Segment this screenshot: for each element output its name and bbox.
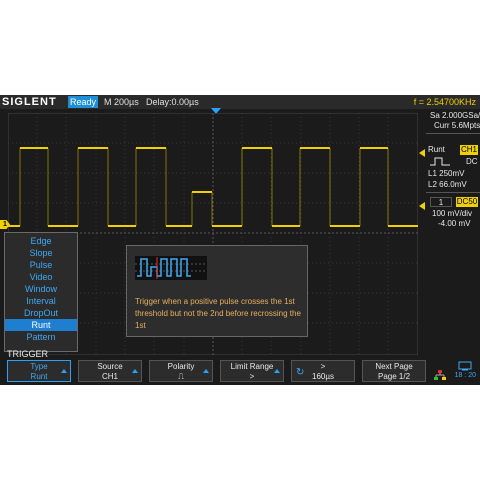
- trigger-type-label: Runt: [428, 145, 445, 154]
- softkey-polarity-value: ⎍: [178, 372, 184, 381]
- channel-number-label: 1: [430, 197, 452, 207]
- runt-pulse-icon: [430, 157, 450, 166]
- menu-item-runt[interactable]: Runt: [5, 319, 77, 331]
- softkey-type[interactable]: Type Runt: [7, 360, 71, 382]
- trigger-level1: L1 250mV: [428, 169, 465, 178]
- menu-title: TRIGGER: [7, 349, 49, 359]
- trigger-level1-arrow[interactable]: [419, 149, 425, 157]
- menu-item-edge[interactable]: Edge: [5, 235, 77, 247]
- help-description: Trigger when a positive pulse crosses th…: [135, 297, 301, 330]
- network-icon: [434, 370, 446, 380]
- frequency-readout: f = 2.54700KHz: [413, 97, 476, 107]
- softkey-time-limit[interactable]: ↻ > 160µs: [291, 360, 355, 382]
- trigger-type-menu: Edge Slope Pulse Video Window Interval D…: [4, 232, 78, 352]
- softkey-source[interactable]: Source CH1: [78, 360, 142, 382]
- softkey-next-page[interactable]: Next Page Page 1/2: [362, 360, 426, 382]
- rotary-knob-icon: [132, 369, 138, 373]
- right-info-panel: Sa 2.000GSa/s Curr 5.6Mpts Runt CH1 DC L…: [426, 109, 480, 355]
- trigger-coupling: DC: [466, 157, 478, 166]
- display-icon: [458, 361, 472, 371]
- runt-trigger-diagram-icon: [135, 256, 207, 280]
- divider: [426, 192, 480, 193]
- divider: [426, 133, 480, 134]
- oscilloscope-screen: SIGLENT Ready M 200µs Delay:0.00µs f = 2…: [0, 95, 480, 385]
- rotary-knob-icon: [274, 369, 280, 373]
- top-status-bar: SIGLENT Ready M 200µs Delay:0.00µs f = 2…: [0, 95, 480, 109]
- vertical-offset: -4.00 mV: [438, 219, 471, 228]
- trigger-source-badge: CH1: [460, 145, 478, 155]
- vertical-scale: 100 mV/div: [432, 209, 473, 218]
- run-status-badge[interactable]: Ready: [68, 96, 98, 108]
- softkey-polarity[interactable]: Polarity ⎍: [149, 360, 213, 382]
- menu-item-pulse[interactable]: Pulse: [5, 259, 77, 271]
- softkey-limit-range-value: >: [249, 372, 255, 381]
- brand-logo: SIGLENT: [2, 96, 57, 108]
- softkey-next-page-value: Page 1/2: [377, 372, 411, 381]
- rotary-knob-icon: [203, 369, 209, 373]
- softkey-type-value: Runt: [30, 372, 48, 381]
- sample-rate: Sa 2.000GSa/s: [430, 111, 480, 120]
- softkey-next-page-label: Next Page: [375, 362, 413, 371]
- menu-item-dropout[interactable]: DropOut: [5, 307, 77, 319]
- timebase-readout[interactable]: M 200µs: [104, 96, 139, 108]
- delay-readout[interactable]: Delay:0.00µs: [146, 96, 199, 108]
- menu-item-video[interactable]: Video: [5, 271, 77, 283]
- trigger-level2: L2 66.0mV: [428, 180, 467, 189]
- help-popup: Trigger when a positive pulse crosses th…: [126, 245, 308, 337]
- menu-item-pattern[interactable]: Pattern: [5, 331, 77, 343]
- system-status-area: 18 : 20: [432, 361, 478, 381]
- clock: 18 : 20: [454, 372, 476, 379]
- trigger-level2-arrow[interactable]: [419, 202, 425, 210]
- softkey-time-limit-label: >: [320, 362, 326, 371]
- menu-item-interval[interactable]: Interval: [5, 295, 77, 307]
- softkey-limit-range[interactable]: Limit Range >: [220, 360, 284, 382]
- channel-impedance-badge: DC50: [456, 197, 478, 207]
- menu-item-window[interactable]: Window: [5, 283, 77, 295]
- softkey-source-value: CH1: [101, 372, 118, 381]
- waveform-edges: [19, 148, 389, 226]
- rotary-knob-icon: [61, 369, 67, 373]
- softkey-time-limit-value: 160µs: [312, 372, 334, 381]
- menu-item-slope[interactable]: Slope: [5, 247, 77, 259]
- memory-depth: Curr 5.6Mpts: [434, 121, 480, 130]
